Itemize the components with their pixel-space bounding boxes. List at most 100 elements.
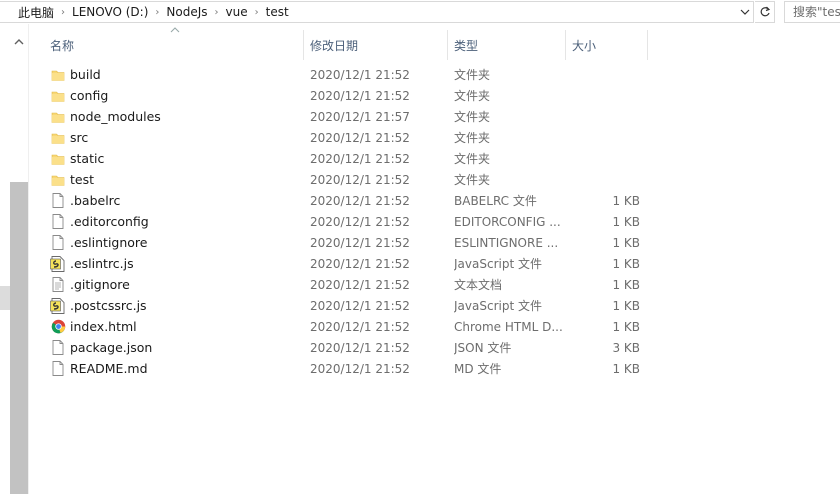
breadcrumb-chevron-icon[interactable]: ›	[248, 7, 266, 18]
file-type: 文件夹	[454, 89, 491, 103]
file-name-cell[interactable]: .eslintrc.js	[50, 253, 300, 274]
file-row-src[interactable]: src 2020/12/1 21:52 文件夹	[44, 127, 664, 148]
file-type: 文件夹	[454, 110, 491, 124]
column-header-size[interactable]: 大小	[564, 30, 648, 60]
file-modified-date: 2020/12/1 21:52	[310, 214, 410, 229]
file-size: 1 KB	[612, 256, 640, 271]
file-modified-date: 2020/12/1 21:52	[310, 193, 410, 208]
file-type: 文件夹	[454, 152, 491, 166]
column-header-date-label: 修改日期	[310, 38, 359, 53]
file-name-cell[interactable]: static	[50, 148, 300, 169]
breadcrumb-test[interactable]: test	[266, 5, 289, 19]
file-row-readme-md[interactable]: README.md 2020/12/1 21:52 MD 文件 1 KB	[44, 358, 664, 379]
file-name: config	[70, 88, 109, 103]
file-name-cell[interactable]: config	[50, 85, 300, 106]
file-name-cell[interactable]: index.html	[50, 316, 300, 337]
file-name: test	[70, 172, 95, 187]
column-header-date[interactable]: 修改日期	[302, 30, 448, 60]
file-row-dot-gitignore[interactable]: .gitignore 2020/12/1 21:52 文本文档 1 KB	[44, 274, 664, 295]
column-header-name[interactable]: 名称	[42, 30, 304, 60]
file-modified-date: 2020/12/1 21:52	[310, 361, 410, 376]
folder-icon	[50, 109, 66, 125]
breadcrumb-chevron-icon[interactable]: ›	[148, 7, 166, 18]
file-name-cell[interactable]: test	[50, 169, 300, 190]
file-name: .eslintignore	[70, 235, 148, 250]
file-row-dot-eslintignore[interactable]: .eslintignore 2020/12/1 21:52 ESLINTIGNO…	[44, 232, 664, 253]
file-row-dot-postcssrc-js[interactable]: .postcssrc.js 2020/12/1 21:52 JavaScript…	[44, 295, 664, 316]
file-type: JSON 文件	[454, 341, 512, 355]
refresh-icon	[760, 6, 770, 17]
address-bar-row: 此电脑 › LENOVO (D:) › NodeJs › vue › test	[0, 0, 840, 24]
file-row-test[interactable]: test 2020/12/1 21:52 文件夹	[44, 169, 664, 190]
file-row-build[interactable]: build 2020/12/1 21:52 文件夹	[44, 64, 664, 85]
file-name-cell[interactable]: build	[50, 64, 300, 85]
file-name: .postcssrc.js	[70, 298, 147, 313]
file-name: .editorconfig	[70, 214, 149, 229]
file-type: 文本文档	[454, 278, 503, 292]
file-modified-date: 2020/12/1 21:52	[310, 277, 410, 292]
js-file-icon	[50, 297, 66, 314]
file-type: 文件夹	[454, 173, 491, 187]
file-row-dot-editorconfig[interactable]: .editorconfig 2020/12/1 21:52 EDITORCONF…	[44, 211, 664, 232]
search-box[interactable]	[784, 1, 840, 23]
address-bar[interactable]: 此电脑 › LENOVO (D:) › NodeJs › vue › test	[0, 1, 754, 23]
file-modified-date: 2020/12/1 21:52	[310, 235, 410, 250]
folder-icon	[50, 88, 66, 104]
file-size: 1 KB	[612, 214, 640, 229]
breadcrumb-chevron-icon[interactable]: ›	[208, 7, 226, 18]
navigation-scrollbar-thumb[interactable]	[10, 182, 28, 494]
file-size: 1 KB	[612, 319, 640, 334]
address-history-dropdown[interactable]	[736, 1, 754, 23]
file-row-node-modules[interactable]: node_modules 2020/12/1 21:57 文件夹	[44, 106, 664, 127]
file-name: node_modules	[70, 109, 161, 124]
breadcrumb-chevron-icon[interactable]: ›	[54, 7, 72, 18]
file-type: 文件夹	[454, 131, 491, 145]
file-type: MD 文件	[454, 362, 502, 376]
scroll-up-arrow-icon[interactable]	[13, 36, 25, 48]
column-header-type[interactable]: 类型	[446, 30, 566, 60]
breadcrumb-nodejs[interactable]: NodeJs	[166, 5, 207, 19]
file-row-static[interactable]: static 2020/12/1 21:52 文件夹	[44, 148, 664, 169]
file-name: README.md	[70, 361, 148, 376]
file-name: .gitignore	[70, 277, 130, 292]
refresh-button[interactable]	[755, 1, 775, 23]
file-row-index-html[interactable]: index.html 2020/12/1 21:52 Chrome HTML D…	[44, 316, 664, 337]
breadcrumb-drive[interactable]: LENOVO (D:)	[72, 5, 148, 19]
text-file-icon	[50, 277, 66, 293]
file-row-config[interactable]: config 2020/12/1 21:52 文件夹	[44, 85, 664, 106]
chrome-icon	[50, 319, 66, 335]
chevron-down-icon	[740, 9, 750, 15]
file-name-cell[interactable]: node_modules	[50, 106, 300, 127]
file-name-cell[interactable]: .editorconfig	[50, 211, 300, 232]
file-name-cell[interactable]: .babelrc	[50, 190, 300, 211]
file-modified-date: 2020/12/1 21:52	[310, 67, 410, 82]
file-name-cell[interactable]: .gitignore	[50, 274, 300, 295]
file-modified-date: 2020/12/1 21:52	[310, 130, 410, 145]
file-modified-date: 2020/12/1 21:52	[310, 298, 410, 313]
file-name-cell[interactable]: README.md	[50, 358, 300, 379]
file-name-cell[interactable]: src	[50, 127, 300, 148]
folder-icon	[50, 151, 66, 167]
file-modified-date: 2020/12/1 21:52	[310, 340, 410, 355]
file-icon	[50, 193, 66, 209]
file-name-cell[interactable]: .postcssrc.js	[50, 295, 300, 316]
file-name-cell[interactable]: package.json	[50, 337, 300, 358]
file-name: .eslintrc.js	[70, 256, 134, 271]
column-header-type-label: 类型	[454, 38, 479, 53]
breadcrumb-vue[interactable]: vue	[226, 5, 248, 19]
file-row-dot-babelrc[interactable]: .babelrc 2020/12/1 21:52 BABELRC 文件 1 KB	[44, 190, 664, 211]
pane-divider[interactable]	[28, 24, 29, 494]
file-modified-date: 2020/12/1 21:52	[310, 319, 410, 334]
breadcrumb-this-pc[interactable]: 此电脑	[18, 4, 54, 21]
file-name: src	[70, 130, 89, 145]
file-type: Chrome HTML D...	[454, 319, 563, 334]
search-input[interactable]	[793, 5, 840, 19]
file-type: 文件夹	[454, 68, 491, 82]
file-modified-date: 2020/12/1 21:52	[310, 151, 410, 166]
navigation-selected-item[interactable]	[0, 286, 10, 310]
file-name-cell[interactable]: .eslintignore	[50, 232, 300, 253]
file-size: 1 KB	[612, 277, 640, 292]
file-size: 1 KB	[612, 361, 640, 376]
file-row-dot-eslintrc-js[interactable]: .eslintrc.js 2020/12/1 21:52 JavaScript …	[44, 253, 664, 274]
file-row-package-json[interactable]: package.json 2020/12/1 21:52 JSON 文件 3 K…	[44, 337, 664, 358]
